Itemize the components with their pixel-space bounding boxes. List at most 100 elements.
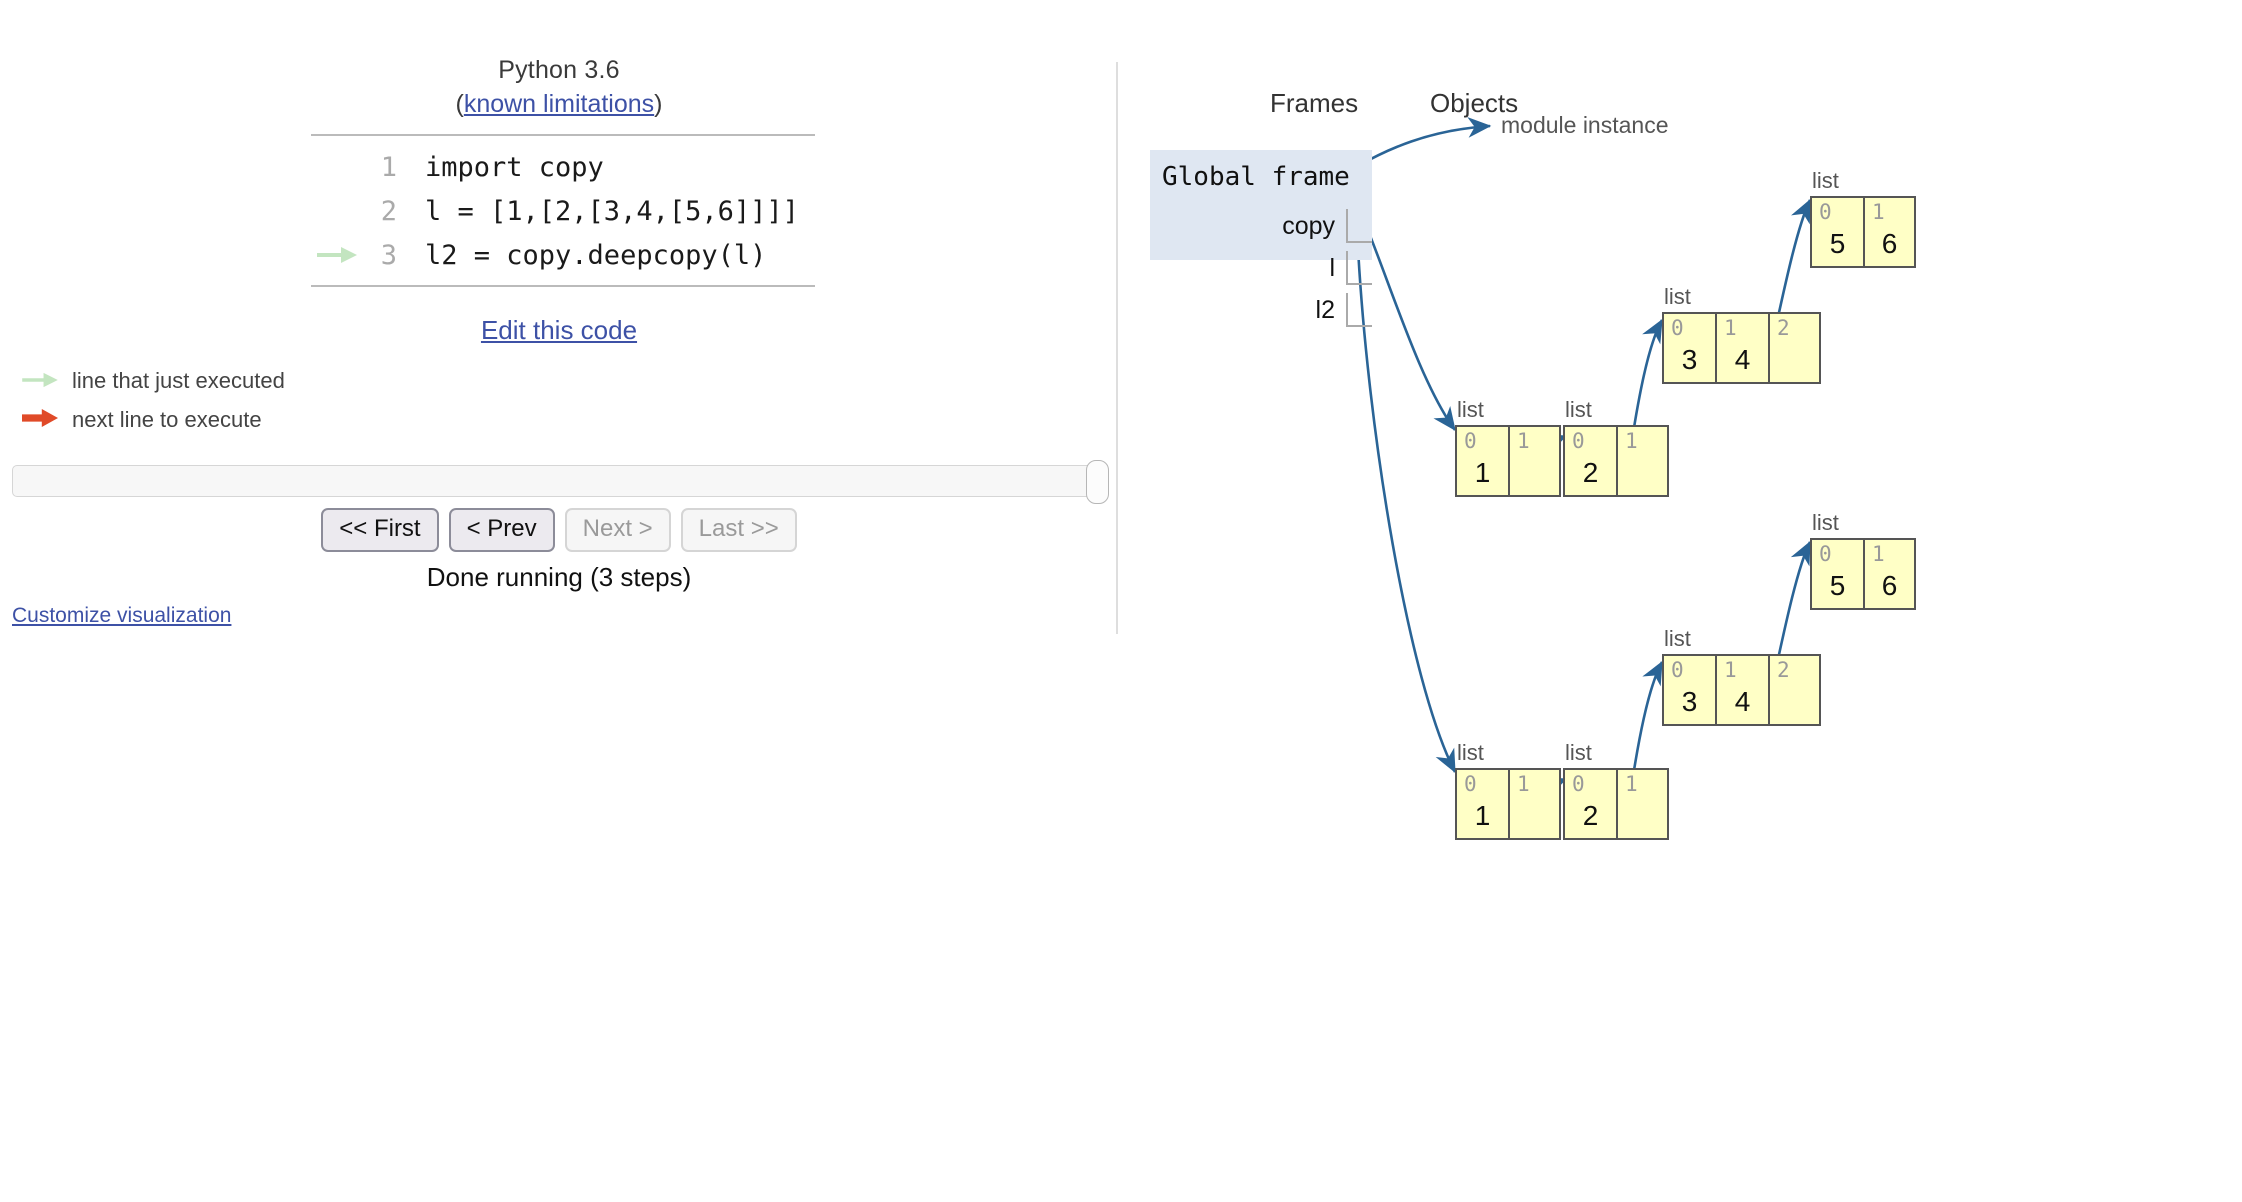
global-frame: Global frame copy l l2: [1150, 150, 1372, 327]
cell-index: 1: [1872, 200, 1885, 224]
variable-row-l: l: [1329, 250, 1372, 286]
list-cell: 1: [1616, 768, 1669, 840]
cell-value: 1: [1474, 457, 1491, 488]
legend-just-executed: line that just executed: [22, 367, 285, 394]
variable-name-copy: copy: [1282, 211, 1335, 240]
list-cells: 0 1 1: [1455, 425, 1561, 497]
legend-next-line-label: next line to execute: [72, 407, 262, 433]
known-limitations-link[interactable]: known limitations: [464, 90, 654, 118]
code-listing: 1 import copy 2 l = [1,[2,[3,4,[5,6]]]] …: [311, 134, 815, 287]
limits-paren-close: ): [654, 90, 663, 118]
green-arrow-icon: [317, 247, 357, 263]
global-frame-title: Global frame: [1162, 162, 1350, 192]
last-button[interactable]: Last >>: [680, 508, 797, 552]
list-cell: 1: [1508, 425, 1561, 497]
variable-row-l2: l2: [1316, 292, 1372, 328]
cell-index: 0: [1819, 200, 1832, 224]
object-list-top-outer: list 0 1 1: [1455, 397, 1561, 497]
code-line-3: 3 l2 = copy.deepcopy(l): [311, 233, 815, 277]
list-cell: 0 2: [1563, 425, 1616, 497]
object-list-bottom-2: list 0 2 1: [1563, 740, 1669, 840]
customize-visualization: Customize visualization: [12, 604, 231, 628]
cell-value: 3: [1681, 686, 1698, 717]
list-cells: 0 1 1: [1455, 768, 1561, 840]
object-list-bottom-56: list 0 5 1 6: [1810, 510, 1916, 610]
list-cell: 0 3: [1662, 654, 1715, 726]
variable-name-l: l: [1329, 253, 1335, 282]
code-pane: Python 3.6 (known limitations) 1 import …: [0, 0, 1118, 1202]
known-limitations-line: (known limitations): [0, 90, 1118, 119]
cell-index: 0: [1572, 772, 1585, 796]
object-list-bottom-outer: list 0 1 1: [1455, 740, 1561, 840]
legend-next-line: next line to execute: [22, 406, 262, 433]
red-arrow-icon: [22, 407, 58, 433]
cell-index: 0: [1464, 429, 1477, 453]
list-cell: 0 5: [1810, 196, 1863, 268]
object-type-label: list: [1565, 397, 1592, 422]
limits-paren-open: (: [455, 90, 464, 118]
edit-this-code-line: Edit this code: [0, 315, 1118, 346]
list-cell: 1 4: [1715, 312, 1768, 384]
object-list-top-34: list 0 3 1 4 2: [1662, 284, 1821, 384]
list-cell: 0 2: [1563, 768, 1616, 840]
code-line-1: 1 import copy: [311, 145, 815, 189]
first-button[interactable]: << First: [321, 508, 439, 552]
cell-index: 1: [1724, 658, 1737, 682]
list-cell: 0 1: [1455, 425, 1508, 497]
list-cell: 1: [1616, 425, 1669, 497]
object-list-bottom-34: list 0 3 1 4 2: [1662, 626, 1821, 726]
list-cells: 0 2 1: [1563, 768, 1669, 840]
cell-index: 1: [1517, 429, 1530, 453]
variable-value-copy: [1346, 209, 1372, 243]
cell-value: 5: [1829, 570, 1846, 601]
object-type-label: list: [1565, 740, 1592, 765]
cell-index: 0: [1572, 429, 1585, 453]
edit-this-code-link[interactable]: Edit this code: [481, 315, 637, 345]
visualization-pane: Frames Objects Global frame copy l l2 mo…: [1118, 0, 2242, 1202]
python-version-label: Python 3.6: [498, 56, 620, 84]
cell-index: 0: [1671, 658, 1684, 682]
cell-index: 2: [1777, 316, 1790, 340]
cell-value: 6: [1881, 228, 1898, 259]
object-type-label: list: [1812, 510, 1839, 535]
list-cell: 2: [1768, 654, 1821, 726]
list-cell: 0 3: [1662, 312, 1715, 384]
step-slider-handle[interactable]: [1086, 460, 1109, 504]
step-slider[interactable]: [12, 460, 1109, 504]
variable-name-l2: l2: [1315, 295, 1335, 324]
cell-index: 1: [1724, 316, 1737, 340]
arrow-l-to-list: [1356, 205, 1457, 432]
next-button[interactable]: Next >: [564, 508, 671, 552]
object-type-label: list: [1812, 168, 1839, 193]
cell-index: 1: [1517, 772, 1530, 796]
list-cell: 0 1: [1455, 768, 1508, 840]
list-cell: 1 6: [1863, 196, 1916, 268]
python-tutor-visualizer: Python 3.6 (known limitations) 1 import …: [0, 0, 2242, 1202]
object-list-top-2: list 0 2 1: [1563, 397, 1669, 497]
list-cells: 0 3 1 4 2: [1662, 312, 1821, 384]
object-list-top-56: list 0 5 1 6: [1810, 168, 1916, 268]
cell-value: 3: [1681, 344, 1698, 375]
variable-row-copy: copy: [1282, 208, 1372, 244]
green-arrow-icon: [22, 368, 58, 394]
variable-value-l2: [1346, 293, 1372, 327]
cell-index: 0: [1671, 316, 1684, 340]
cell-value: 4: [1734, 344, 1751, 375]
customize-visualization-link[interactable]: Customize visualization: [12, 604, 231, 627]
cell-value: 2: [1582, 800, 1599, 831]
line-code-2: l = [1,[2,[3,4,[5,6]]]]: [425, 195, 799, 227]
list-cell: 0 5: [1810, 538, 1863, 610]
module-instance-label: module instance: [1501, 112, 1669, 138]
list-cells: 0 2 1: [1563, 425, 1669, 497]
legend-just-executed-label: line that just executed: [72, 368, 285, 394]
step-controls: << First < Prev Next > Last >>: [0, 508, 1118, 552]
line-number-3: 3: [380, 239, 397, 271]
list-cell: 2: [1768, 312, 1821, 384]
prev-button[interactable]: < Prev: [448, 508, 555, 552]
arrow-copy-to-module: [1357, 117, 1492, 168]
cell-index: 1: [1625, 429, 1638, 453]
line-code-3: l2 = copy.deepcopy(l): [425, 239, 767, 271]
line-number-1: 1: [380, 151, 397, 183]
object-type-label: list: [1664, 626, 1691, 651]
cell-value: 6: [1881, 570, 1898, 601]
